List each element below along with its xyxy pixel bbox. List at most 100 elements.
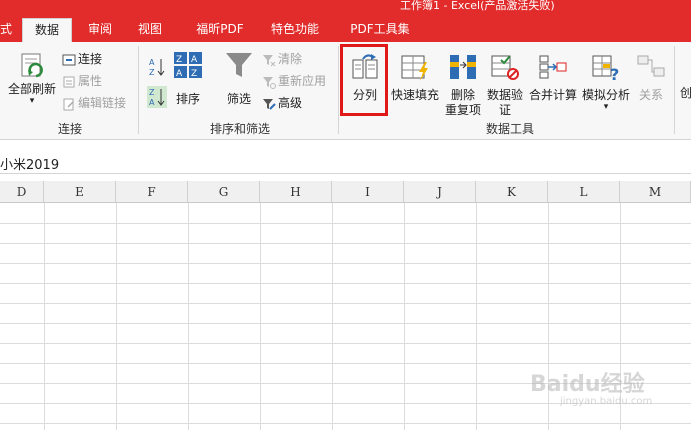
grid-line (0, 363, 691, 364)
grid-line (0, 303, 691, 304)
consolidate-label: 合并计算 (528, 88, 577, 102)
edit-links-label: 编辑链接 (78, 96, 127, 110)
advanced-label: 高级 (278, 96, 303, 110)
filter-button[interactable]: 筛选 (222, 50, 256, 107)
tab-review[interactable]: 审阅 (80, 18, 120, 42)
remove-duplicates-button[interactable]: 删除 重复项 (442, 52, 484, 118)
refresh-all-label: 全部刷新 (7, 82, 56, 96)
relationships-label: 关系 (638, 88, 663, 102)
column-header-h[interactable]: H (260, 181, 332, 203)
tab-foxit-pdf[interactable]: 福昕PDF (185, 18, 255, 42)
flash-fill-button[interactable]: 快速填充 (390, 52, 440, 103)
remove-duplicates-label-1: 删除 (450, 88, 475, 102)
refresh-all-button[interactable]: 全部刷新 ▾ (4, 50, 60, 106)
create-button-partial[interactable]: 创 (680, 86, 691, 101)
dropdown-caret-icon: ▾ (29, 96, 35, 106)
data-validation-button[interactable]: 数据验 证 (484, 52, 526, 118)
advanced-filter-button[interactable]: 高级 (262, 94, 302, 112)
relationships-button[interactable]: 关系 (634, 52, 668, 103)
tab-special-features[interactable]: 特色功能 (262, 18, 328, 42)
tab-view[interactable]: 视图 (130, 18, 170, 42)
consolidate-button[interactable]: 合并计算 (528, 52, 578, 103)
filter-label: 筛选 (226, 92, 251, 106)
svg-text:A: A (176, 69, 183, 79)
data-validation-label-1: 数据验 (486, 88, 523, 102)
remove-duplicates-label-2: 重复项 (444, 103, 481, 117)
svg-text:Z: Z (191, 69, 197, 79)
filter-funnel-icon (226, 53, 252, 77)
grid-line (188, 203, 189, 430)
connections-label: 连接 (78, 52, 103, 66)
ribbon-tabs: 式 数据 审阅 视图 福昕PDF 特色功能 PDF工具集 (0, 12, 691, 42)
connections-button[interactable]: 连接 (62, 50, 102, 68)
connections-group-label: 连接 (57, 122, 82, 136)
dropdown-caret-icon: ▾ (603, 102, 609, 112)
relationships-icon (637, 55, 665, 77)
column-header-d[interactable]: D (0, 181, 44, 203)
sort-button[interactable]: Z A A Z 排序 (172, 50, 204, 107)
column-header-k[interactable]: K (476, 181, 548, 203)
reapply-icon (263, 76, 276, 89)
reapply-button[interactable]: 重新应用 (262, 72, 326, 90)
sort-icon: Z A A Z (174, 52, 202, 79)
sort-descending-button[interactable]: Z A (146, 86, 168, 108)
title-bar: 工作簿1 - Excel(产品激活失败) (0, 0, 691, 12)
consolidate-icon (539, 55, 567, 79)
tab-data[interactable]: 数据 (22, 18, 72, 42)
clear-label: 清除 (278, 52, 303, 66)
sort-label: 排序 (175, 92, 200, 106)
sort-filter-group-label: 排序和筛选 (209, 122, 270, 136)
what-if-analysis-icon: ? (592, 55, 619, 82)
tab-formulas[interactable]: 式 (0, 18, 14, 42)
clear-filter-button[interactable]: 清除 (262, 50, 302, 68)
properties-icon (63, 76, 75, 87)
remove-duplicates-icon (450, 55, 476, 79)
column-header-f[interactable]: F (116, 181, 188, 203)
highlight-box (340, 44, 388, 116)
sort-descending-icon: Z A (147, 86, 167, 108)
what-if-analysis-button[interactable]: ? 模拟分析 ▾ (580, 52, 632, 112)
advanced-filter-icon (263, 98, 276, 110)
svg-text:Z: Z (176, 55, 182, 65)
what-if-analysis-label: 模拟分析 (581, 88, 630, 102)
svg-text:A: A (191, 55, 198, 65)
connections-icon (62, 54, 76, 65)
grid-line (116, 203, 117, 430)
grid-line (404, 203, 405, 430)
grid-line (0, 243, 691, 244)
column-header-j[interactable]: J (404, 181, 476, 203)
group-divider (138, 46, 139, 134)
column-header-m[interactable]: M (620, 181, 691, 203)
clear-filter-icon (263, 54, 276, 66)
data-tools-group-label: 数据工具 (485, 122, 534, 136)
create-label-partial: 创 (680, 86, 691, 100)
svg-text:A: A (149, 98, 155, 107)
edit-links-button[interactable]: 编辑链接 (62, 94, 126, 112)
group-divider (674, 46, 675, 134)
data-validation-icon (491, 55, 519, 80)
svg-text:Z: Z (149, 88, 155, 97)
grid-line (0, 423, 691, 424)
column-header-i[interactable]: I (332, 181, 404, 203)
properties-button[interactable]: 属性 (62, 72, 102, 90)
data-validation-label-2: 证 (498, 103, 511, 117)
grid-line (44, 203, 45, 430)
formula-bar-content: 小米2019 (0, 158, 60, 173)
flash-fill-label: 快速填充 (390, 88, 439, 102)
grid-line (0, 343, 691, 344)
grid-line (332, 203, 333, 430)
sort-ascending-button[interactable]: A Z (146, 56, 168, 78)
reapply-label: 重新应用 (278, 74, 327, 88)
column-header-l[interactable]: L (548, 181, 620, 203)
column-header-g[interactable]: G (188, 181, 260, 203)
refresh-all-icon (21, 53, 43, 78)
svg-text:A: A (149, 58, 155, 67)
grid-line (0, 283, 691, 284)
grid-line (476, 203, 477, 430)
column-header-e[interactable]: E (44, 181, 116, 203)
grid-line (0, 263, 691, 264)
tab-pdf-tools[interactable]: PDF工具集 (340, 18, 420, 42)
edit-links-icon (63, 98, 74, 110)
formula-bar[interactable]: 小米2019 (0, 150, 691, 174)
sort-ascending-icon: A Z (149, 58, 165, 77)
